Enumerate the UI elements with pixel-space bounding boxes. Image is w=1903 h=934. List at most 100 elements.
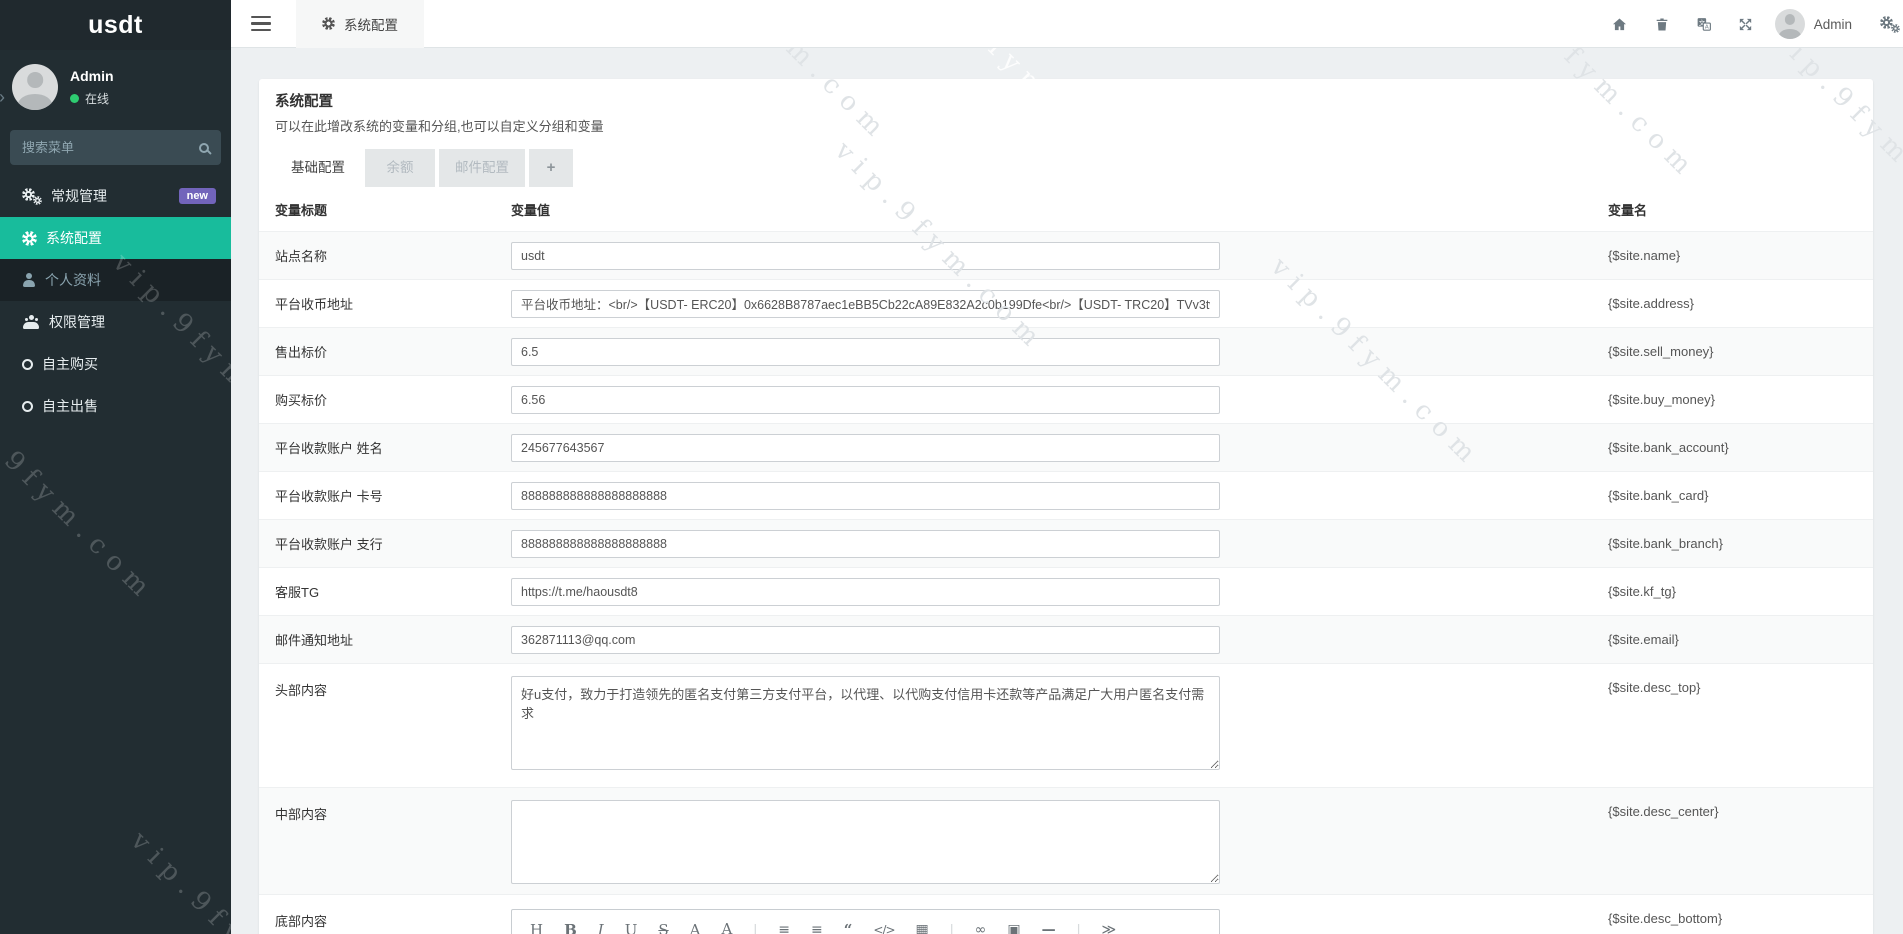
sidebar-item-system-config[interactable]: 系统配置 — [0, 217, 231, 259]
circle-icon — [22, 359, 33, 370]
row-variable-name: {$site.bank_branch} — [1608, 536, 1857, 551]
row-label: 客服TG — [275, 582, 511, 601]
indent-icon[interactable]: ≫ — [1101, 921, 1116, 934]
value-input[interactable] — [511, 290, 1220, 318]
code-icon[interactable]: </> — [873, 921, 894, 934]
row-value-cell — [511, 482, 1608, 510]
heading-icon[interactable]: H — [530, 921, 543, 934]
settings-cogs-icon[interactable] — [1880, 16, 1900, 33]
brand-logo[interactable]: usdt — [0, 0, 231, 50]
home-icon[interactable] — [1599, 16, 1641, 33]
search-icon[interactable] — [199, 143, 209, 153]
bold-icon[interactable]: B — [564, 921, 577, 934]
column-header-label: 变量标题 — [275, 200, 511, 219]
row-value-cell — [511, 788, 1608, 889]
search-input[interactable] — [22, 140, 199, 155]
row-value-cell — [511, 338, 1608, 366]
row-variable-name: {$site.email} — [1608, 632, 1857, 647]
users-icon — [22, 315, 40, 329]
value-input[interactable] — [511, 530, 1220, 558]
row-value-cell: HBIUSAA|≡≡“</>▦|∞▣—|≫ — [511, 895, 1608, 934]
menu-toggle-icon[interactable] — [251, 16, 271, 32]
image-icon[interactable]: ▣ — [1007, 921, 1020, 934]
editor-toolbar: HBIUSAA|≡≡“</>▦|∞▣—|≫ — [512, 910, 1219, 934]
sidebar-item-self-buy[interactable]: 自主购买 — [0, 343, 231, 385]
row-value-cell — [511, 434, 1608, 462]
sidebar-item-permissions[interactable]: 权限管理 — [0, 301, 231, 343]
topbar-tab-system-config[interactable]: 系统配置 — [296, 0, 424, 48]
add-tab-button[interactable]: + — [529, 149, 573, 187]
language-icon[interactable]: 文 A — [1683, 16, 1725, 33]
value-input[interactable] — [511, 242, 1220, 270]
value-input[interactable] — [511, 434, 1220, 462]
underline-icon[interactable]: U — [625, 921, 638, 934]
page-title: 系统配置 — [275, 90, 1873, 111]
cogs-icon — [22, 188, 42, 205]
sidebar-item-label: 个人资料 — [45, 270, 101, 290]
value-input[interactable] — [511, 386, 1220, 414]
table-row: 邮件通知地址{$site.email} — [259, 615, 1873, 663]
table-row: 平台收币地址{$site.address} — [259, 279, 1873, 327]
sidebar-item-profile[interactable]: 个人资料 — [0, 259, 231, 301]
row-value-cell — [511, 242, 1608, 270]
sidebar-search — [10, 130, 221, 165]
sidebar-item-label: 权限管理 — [49, 312, 105, 332]
value-input[interactable] — [511, 626, 1220, 654]
row-value-cell — [511, 290, 1608, 318]
topbar-user-avatar[interactable] — [1775, 9, 1805, 39]
row-value-cell — [511, 530, 1608, 558]
table-header-row: 变量标题 变量值 变量名 — [259, 187, 1873, 231]
watermark-text: vip.9fym.com — [125, 826, 231, 934]
italic-icon[interactable]: I — [598, 921, 604, 934]
value-textarea[interactable] — [511, 800, 1220, 884]
tab-余额[interactable]: 余额 — [365, 149, 435, 187]
table-icon[interactable]: ▦ — [916, 921, 929, 934]
svg-text:A: A — [1705, 24, 1709, 30]
sidebar-collapse-handle[interactable]: › — [0, 88, 5, 106]
user-avatar — [12, 64, 58, 110]
font-color-icon[interactable]: A — [722, 922, 733, 934]
sidebar-item-self-sell[interactable]: 自主出售 — [0, 385, 231, 427]
row-variable-name: {$site.kf_tg} — [1608, 584, 1857, 599]
row-label: 站点名称 — [275, 246, 511, 265]
row-variable-name: {$site.buy_money} — [1608, 392, 1857, 407]
trash-icon[interactable] — [1641, 16, 1683, 33]
row-variable-name: {$site.desc_bottom} — [1608, 911, 1857, 926]
sidebar: usdt › Admin 在线 常规管理new系统配置个人资料权限管理自主购买自… — [0, 0, 231, 934]
user-name: Admin — [70, 68, 114, 84]
row-variable-name: {$site.sell_money} — [1608, 344, 1857, 359]
toolbar-divider: | — [950, 922, 954, 934]
table-row: 售出标价{$site.sell_money} — [259, 327, 1873, 375]
user-status: 在线 — [70, 90, 114, 107]
value-textarea[interactable] — [511, 676, 1220, 770]
ordered-list-icon[interactable]: ≡ — [778, 921, 790, 934]
row-value-cell — [511, 664, 1608, 775]
circle-icon — [22, 401, 33, 412]
row-label: 平台收款账户 支行 — [275, 534, 511, 553]
quote-icon[interactable]: “ — [844, 921, 853, 934]
font-size-icon[interactable]: A — [690, 921, 701, 934]
strikethrough-icon[interactable]: S — [658, 921, 668, 934]
content-area: 系统配置 可以在此增改系统的变量和分组,也可以自定义分组和变量 基础配置余额邮件… — [231, 48, 1903, 934]
sidebar-item-general[interactable]: 常规管理new — [0, 175, 231, 217]
sidebar-user-panel: Admin 在线 — [0, 50, 231, 120]
value-input[interactable] — [511, 482, 1220, 510]
column-header-value: 变量值 — [511, 200, 1608, 219]
link-icon[interactable]: ∞ — [975, 921, 987, 934]
column-header-varname: 变量名 — [1608, 200, 1857, 219]
online-dot-icon — [70, 94, 79, 103]
tab-邮件配置[interactable]: 邮件配置 — [439, 149, 525, 187]
value-input[interactable] — [511, 578, 1220, 606]
hr-icon[interactable]: — — [1042, 921, 1056, 934]
row-variable-name: {$site.name} — [1608, 248, 1857, 263]
cog-icon — [22, 231, 37, 246]
config-tabs: 基础配置余额邮件配置+ — [275, 149, 1873, 187]
unordered-list-icon[interactable]: ≡ — [811, 921, 823, 934]
sidebar-item-label: 常规管理 — [51, 186, 107, 206]
table-row: 平台收款账户 支行 {$site.bank_branch} — [259, 519, 1873, 567]
fullscreen-icon[interactable] — [1725, 16, 1767, 33]
topbar-user-name[interactable]: Admin — [1814, 17, 1852, 32]
value-input[interactable] — [511, 338, 1220, 366]
tab-基础配置[interactable]: 基础配置 — [275, 149, 361, 187]
row-value-cell — [511, 626, 1608, 654]
